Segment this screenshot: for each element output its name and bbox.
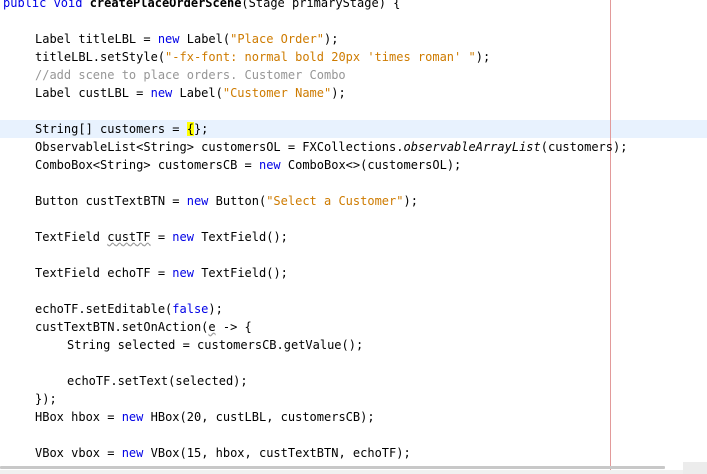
keyword: false	[172, 302, 209, 316]
code-text: (customers);	[540, 140, 628, 154]
code-line[interactable]: custTextBTN.setOnAction(e -> {	[35, 318, 252, 336]
string-literal: "Select a Customer"	[266, 194, 404, 208]
code-text: );	[331, 86, 346, 100]
code-line-current[interactable]: String[] customers = {};	[35, 120, 208, 138]
code-line[interactable]: Button custTextBTN = new Button("Select …	[35, 192, 418, 210]
keyword: new	[157, 32, 180, 46]
string-literal: "Customer Name"	[222, 86, 332, 100]
code-line[interactable]: HBox hbox = new HBox(20, custLBL, custom…	[35, 408, 375, 426]
keyword: new	[172, 266, 194, 280]
right-margin-guide	[610, 0, 611, 470]
code-text: ComboBox<>(customersOL);	[280, 158, 462, 172]
code-text: Label custLBL =	[35, 86, 151, 100]
string-literal: "Place Order"	[230, 32, 325, 46]
code-text: );	[208, 302, 223, 316]
code-text: );	[403, 194, 418, 208]
code-line[interactable]: Label titleLBL = new Label("Place Order"…	[35, 30, 338, 48]
code-text: HBox(20, custLBL, customersCB);	[143, 410, 375, 424]
horizontal-scrollbar[interactable]	[0, 470, 707, 474]
code-text: Button custTextBTN =	[35, 194, 187, 208]
code-text: TextField echoTF =	[35, 266, 173, 280]
code-comment[interactable]: //add scene to place orders. Customer Co…	[35, 66, 346, 84]
code-text: HBox hbox =	[35, 410, 122, 424]
keyword: new	[172, 230, 194, 244]
code-text: Label(	[172, 86, 223, 100]
code-line[interactable]: echoTF.setEditable(false);	[35, 300, 223, 318]
code-text: TextField();	[193, 230, 288, 244]
static-method-call: observableArrayList	[403, 140, 541, 154]
code-text: -> {	[215, 320, 252, 334]
code-text: );	[324, 32, 339, 46]
keyword: new	[121, 410, 144, 424]
scrollbar-corner	[683, 462, 707, 474]
code-text: TextField();	[193, 266, 288, 280]
code-line-method-signature[interactable]: public void createPlaceOrderScene(Stage …	[3, 0, 400, 12]
warning-squiggle: e	[208, 320, 216, 334]
code-text: };	[193, 122, 209, 136]
code-line[interactable]: titleLBL.setStyle("-fx-font: normal bold…	[35, 48, 490, 66]
keyword: public void	[3, 0, 90, 10]
keyword: new	[186, 194, 209, 208]
code-line[interactable]: echoTF.setText(selected);	[67, 372, 248, 390]
code-line[interactable]: TextField echoTF = new TextField();	[35, 264, 288, 282]
code-line[interactable]: Label custLBL = new Label("Customer Name…	[35, 84, 346, 102]
code-line[interactable]: });	[35, 390, 57, 408]
code-text: echoTF.setEditable(	[35, 302, 173, 316]
warning-squiggle: custTF	[107, 230, 151, 244]
code-text: Label(	[179, 32, 231, 46]
code-line[interactable]: ObservableList<String> customersOL = FXC…	[35, 138, 627, 156]
code-text: =	[150, 230, 173, 244]
code-text: Label titleLBL =	[35, 32, 158, 46]
code-editor[interactable]: public void createPlaceOrderScene(Stage …	[0, 0, 707, 474]
method-name: createPlaceOrderScene	[89, 0, 242, 10]
code-line[interactable]: String selected = customersCB.getValue()…	[67, 336, 363, 354]
keyword: new	[258, 158, 281, 172]
code-text: VBox vbox =	[35, 446, 122, 460]
code-text: (Stage primaryStage) {	[241, 0, 401, 10]
code-text: String[] customers =	[35, 122, 187, 136]
matching-brace-highlight: {	[186, 122, 194, 136]
code-line[interactable]: ComboBox<String> customersCB = new Combo…	[35, 156, 461, 174]
code-text: );	[475, 50, 491, 64]
code-line[interactable]: TextField custTF = new TextField();	[35, 228, 288, 246]
code-text: VBox(15, hbox, custTextBTN, echoTF);	[143, 446, 411, 460]
code-text: custTextBTN.setOnAction(	[35, 320, 209, 334]
keyword: new	[121, 446, 144, 460]
string-literal: "-fx-font: normal bold 20px 'times roman…	[165, 50, 476, 64]
horizontal-scrollbar-thumb[interactable]	[0, 466, 665, 469]
code-text: ObservableList<String> customersOL = FXC…	[35, 140, 404, 154]
keyword: new	[150, 86, 173, 100]
code-line[interactable]: VBox vbox = new VBox(15, hbox, custTextB…	[35, 444, 411, 462]
code-text: ComboBox<String> customersCB =	[35, 158, 259, 172]
code-text: titleLBL.setStyle(	[35, 50, 166, 64]
code-text: TextField	[35, 230, 108, 244]
code-text: Button(	[208, 194, 267, 208]
